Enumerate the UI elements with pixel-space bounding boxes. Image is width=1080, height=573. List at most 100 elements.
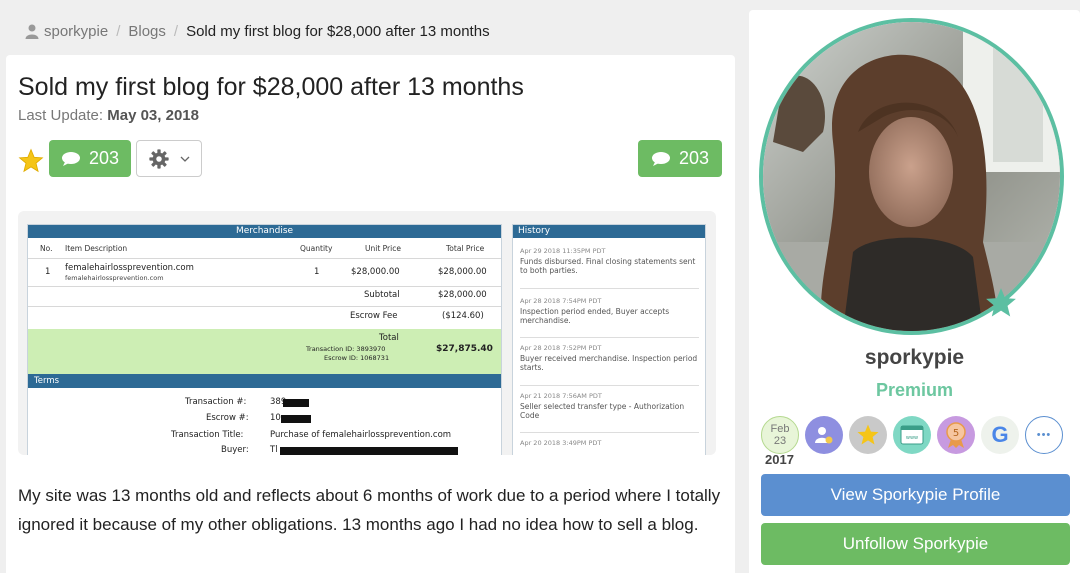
- last-update-date: May 03, 2018: [107, 107, 199, 124]
- total-label: Total: [379, 333, 399, 343]
- terms-buyer-value: Tl: [270, 445, 278, 455]
- fee-value: ($124.60): [442, 311, 484, 321]
- terms-escrow-label: Escrow #:: [206, 413, 249, 423]
- breadcrumb: sporkypie / Blogs / Sold my first blog f…: [24, 20, 490, 42]
- history-item: Apr 20 2018 3:49PM PDT: [520, 439, 699, 449]
- history-date: Apr 29 2018 11:35PM PDT: [520, 247, 606, 255]
- history-text: Funds disbursed. Final closing statement…: [520, 257, 696, 275]
- terms-title-value: Purchase of femalehairlossprevention.com: [270, 430, 452, 440]
- join-year: 2017: [765, 452, 794, 467]
- terms-header: Terms: [28, 374, 501, 388]
- rank-ribbon-badge-icon[interactable]: 5: [937, 416, 975, 454]
- history-item: Apr 29 2018 11:35PM PDT Funds disbursed.…: [520, 247, 699, 275]
- premium-star-icon: [986, 288, 1016, 317]
- history-date: Apr 28 2018 7:54PM PDT: [520, 297, 602, 305]
- settings-dropdown[interactable]: [136, 140, 202, 177]
- join-day: 23: [773, 435, 787, 447]
- breadcrumb-current: Sold my first blog for $28,000 after 13 …: [186, 22, 490, 40]
- fee-label: Escrow Fee: [350, 311, 398, 321]
- join-date-badge[interactable]: Feb 23: [761, 416, 799, 454]
- escrow-id: Escrow ID: 1068731: [324, 354, 390, 362]
- history-item: Apr 21 2018 7:56AM PDT Seller selected t…: [520, 392, 699, 420]
- user-icon: [25, 24, 39, 39]
- comment-bubble-icon: [651, 151, 670, 166]
- svg-text:www: www: [906, 435, 918, 441]
- terms-title-label: Transaction Title:: [171, 430, 244, 440]
- terms-buyer-label: Buyer:: [221, 445, 249, 455]
- unfollow-button[interactable]: Unfollow Sporkypie: [761, 523, 1070, 565]
- redaction-bar: [280, 447, 458, 455]
- last-update: Last Update: May 03, 2018: [18, 107, 199, 124]
- item-qty: 1: [314, 267, 320, 277]
- transaction-id: Transaction ID: 3893970: [306, 345, 386, 353]
- redaction-bar: [283, 399, 309, 407]
- profile-photo: [763, 22, 1060, 331]
- merchandise-columns: No. Item Description Quantity Unit Price…: [28, 244, 501, 258]
- subtotal-value: $28,000.00: [438, 290, 487, 300]
- admin-user-badge-icon[interactable]: [805, 416, 843, 454]
- join-month: Feb: [770, 423, 790, 435]
- history-date: Apr 20 2018 3:49PM PDT: [520, 439, 602, 447]
- last-update-label: Last Update:: [18, 107, 104, 124]
- escrow-screenshot-image: Merchandise No. Item Description Quantit…: [18, 211, 716, 455]
- subtotal-label: Subtotal: [364, 290, 400, 300]
- browser-window-icon: www: [900, 425, 924, 445]
- comments-button-right[interactable]: 203: [638, 140, 722, 177]
- history-item: Apr 28 2018 7:52PM PDT Buyer received me…: [520, 344, 699, 372]
- comment-count-right: 203: [678, 148, 710, 168]
- comments-button[interactable]: 203: [49, 140, 131, 177]
- col-item: Item Description: [65, 244, 128, 253]
- history-text: Seller selected transfer type - Authoriz…: [520, 402, 685, 420]
- total-band: Total Transaction ID: 3893970 Escrow ID:…: [28, 329, 501, 374]
- col-qty: Quantity: [300, 244, 333, 253]
- comment-bubble-icon: [61, 151, 80, 166]
- col-no: No.: [40, 244, 53, 253]
- breadcrumb-separator: /: [116, 22, 121, 40]
- breadcrumb-separator: /: [173, 22, 179, 40]
- gear-icon: [149, 148, 169, 169]
- item-total-price: $28,000.00: [438, 267, 487, 277]
- breadcrumb-blogs-link[interactable]: Blogs: [128, 23, 166, 40]
- membership-status: Premium: [875, 380, 954, 400]
- google-g-letter: G: [991, 422, 1009, 447]
- ribbon-medal-icon: 5: [946, 422, 966, 448]
- history-date: Apr 28 2018 7:52PM PDT: [520, 344, 602, 352]
- item-unit-price: $28,000.00: [351, 267, 400, 277]
- terms-escrow-value: 10: [270, 413, 281, 423]
- history-text: Buyer received merchandise. Inspection p…: [520, 354, 698, 372]
- star-icon: [857, 424, 879, 445]
- merchandise-header: Merchandise: [28, 225, 501, 238]
- author-username[interactable]: sporkypie: [749, 346, 1080, 370]
- item-row: 1 femalehairlossprevention.com femalehai…: [28, 263, 501, 285]
- item-sub: femalehairlossprevention.com: [65, 274, 164, 282]
- terms-transaction-label: Transaction #:: [185, 397, 247, 407]
- item-no: 1: [45, 267, 51, 277]
- favorite-star-icon[interactable]: [18, 148, 44, 174]
- history-header: History: [513, 225, 705, 238]
- redaction-bar: [281, 415, 311, 423]
- history-date: Apr 21 2018 7:56AM PDT: [520, 392, 602, 400]
- merchandise-panel: Merchandise No. Item Description Quantit…: [27, 224, 502, 455]
- star-badge-icon[interactable]: [849, 416, 887, 454]
- google-badge-icon[interactable]: G: [981, 416, 1019, 454]
- history-panel: History Apr 29 2018 11:35PM PDT Funds di…: [512, 224, 706, 455]
- blog-post-card: Sold my first blog for $28,000 after 13 …: [6, 55, 735, 573]
- col-total: Total Price: [446, 244, 485, 253]
- total-value: $27,875.40: [436, 344, 493, 354]
- post-body: My site was 13 months old and reflects a…: [18, 486, 721, 534]
- ribbon-number: 5: [953, 428, 959, 439]
- history-text: Inspection period ended, Buyer accepts m…: [520, 307, 670, 325]
- author-sidebar: sporkypie Premium Feb 23 2017 www 5 G ••…: [749, 10, 1080, 573]
- view-profile-button[interactable]: View Sporkypie Profile: [761, 474, 1070, 516]
- avatar[interactable]: [759, 18, 1064, 335]
- history-item: Apr 28 2018 7:54PM PDT Inspection period…: [520, 297, 699, 325]
- chevron-down-icon: [180, 156, 190, 162]
- website-badge-icon[interactable]: www: [893, 416, 931, 454]
- item-name: femalehairlossprevention.com: [65, 263, 194, 273]
- breadcrumb-user-link[interactable]: sporkypie: [44, 23, 108, 40]
- col-unit: Unit Price: [365, 244, 401, 253]
- more-badges-button[interactable]: •••: [1025, 416, 1063, 454]
- user-gear-icon: [815, 427, 833, 444]
- more-dots-icon: •••: [1036, 429, 1052, 441]
- comment-count: 203: [88, 148, 120, 168]
